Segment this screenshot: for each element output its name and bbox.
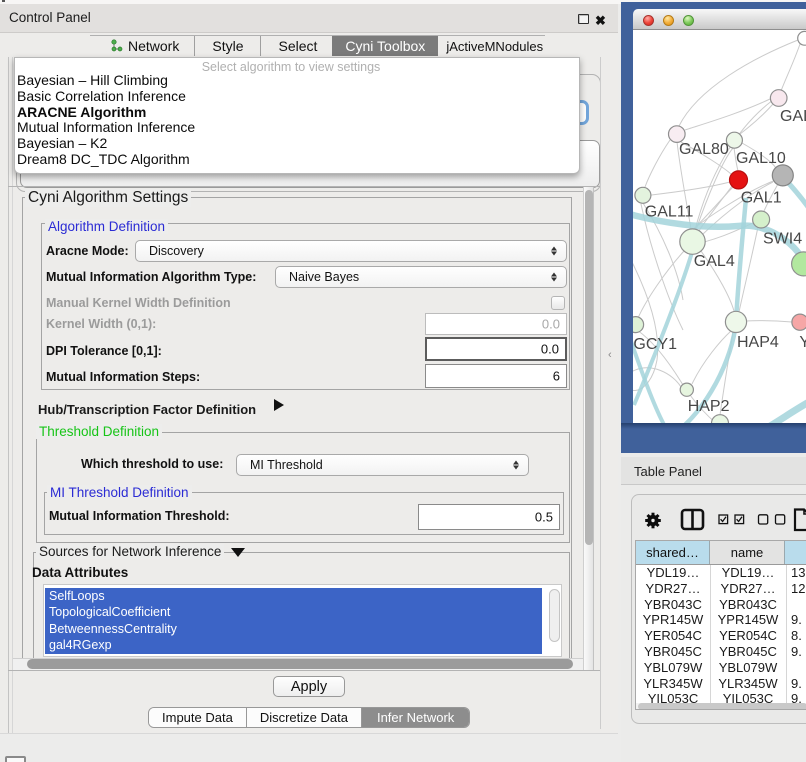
svg-text:GAL10: GAL10 — [736, 150, 786, 167]
svg-text:GAL1: GAL1 — [741, 190, 782, 207]
svg-text:Y: Y — [799, 334, 806, 351]
svg-text:GCY1: GCY1 — [633, 336, 677, 353]
svg-text:SWI4: SWI4 — [763, 231, 802, 248]
svg-text:GAL11: GAL11 — [645, 204, 694, 221]
svg-text:HAP2: HAP2 — [688, 398, 730, 415]
svg-text:HAP4: HAP4 — [737, 334, 779, 351]
svg-text:GAL2: GAL2 — [780, 108, 806, 125]
svg-text:GAL4: GAL4 — [694, 253, 735, 270]
svg-text:GAL80: GAL80 — [679, 141, 729, 158]
